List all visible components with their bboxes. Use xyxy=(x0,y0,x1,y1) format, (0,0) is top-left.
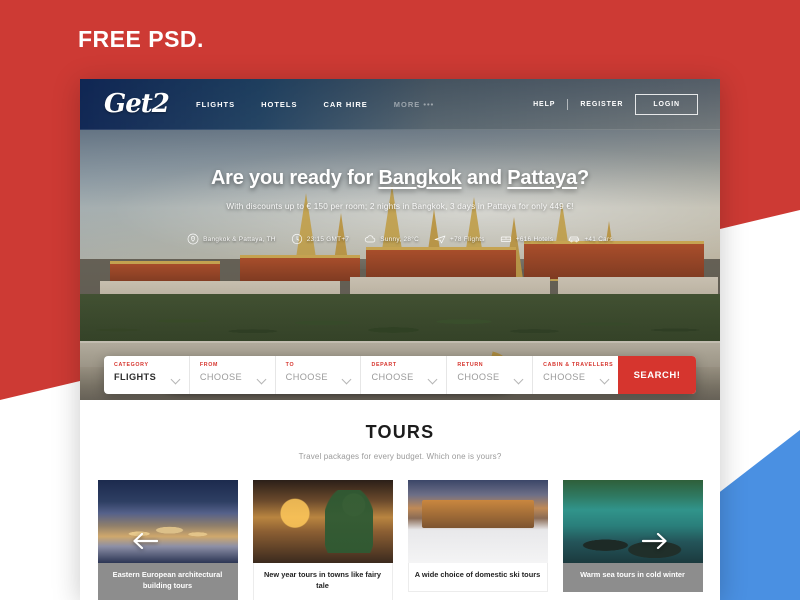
search-field-cabin-travellers[interactable]: CABIN & TRAVELLERS CHOOSE xyxy=(533,356,618,394)
plane-icon xyxy=(434,235,446,244)
hero-headline: Are you ready for Bangkok and Pattaya? xyxy=(80,167,720,190)
hero-copy: Are you ready for Bangkok and Pattaya? W… xyxy=(80,167,720,211)
search-field-from[interactable]: FROM CHOOSE xyxy=(190,356,276,394)
stat-weather: Sunny, 28°C xyxy=(364,233,419,245)
stat-flights-text: +78 Flights xyxy=(450,235,485,243)
stat-time: 23:15 GMT+7 xyxy=(291,233,350,245)
site-logo[interactable]: Get2 xyxy=(104,91,170,117)
tour-card[interactable]: A wide choice of domestic ski tours xyxy=(407,480,548,600)
main-navigation: Get2 FLIGHTS HOTELS CAR HIRE MORE ••• HE… xyxy=(80,79,720,130)
stat-weather-text: Sunny, 28°C xyxy=(380,235,420,243)
nav-item-car-hire[interactable]: CAR HIRE xyxy=(324,100,368,109)
nav-account-actions: HELP REGISTER LOGIN xyxy=(533,93,698,115)
search-label-depart: DEPART xyxy=(371,362,397,368)
arrow-right-icon xyxy=(642,533,667,550)
hero-headline-join: and xyxy=(461,167,508,189)
stat-location-text: Bangkok & Pattaya, TH xyxy=(203,235,276,243)
search-bar: CATEGORY FLIGHTS FROM CHOOSE TO CHOOSE D… xyxy=(104,356,696,394)
register-link[interactable]: REGISTER xyxy=(580,101,623,108)
search-field-return[interactable]: RETURN CHOOSE xyxy=(447,356,534,394)
tour-thumbnail xyxy=(407,480,548,563)
stat-hotels: +616 Hotels xyxy=(500,233,554,245)
tour-card-caption: A wide choice of domestic ski tours xyxy=(407,563,548,592)
tour-card[interactable]: Warm sea tours in cold winter xyxy=(562,480,703,600)
search-label-to: TO xyxy=(285,362,295,368)
website-mockup: Get2 FLIGHTS HOTELS CAR HIRE MORE ••• HE… xyxy=(80,79,720,600)
tour-thumbnail xyxy=(562,480,703,563)
tours-carousel: Eastern European architectural building … xyxy=(80,480,720,600)
bed-icon xyxy=(500,236,511,242)
help-link[interactable]: HELP xyxy=(533,101,555,108)
car-icon xyxy=(569,236,580,243)
tour-card-list: Eastern European architectural building … xyxy=(80,480,720,600)
search-label-from: FROM xyxy=(199,362,219,368)
stat-hotels-text: +616 Hotels xyxy=(515,235,554,243)
cloud-icon xyxy=(365,235,376,243)
tour-card-caption: Eastern European architectural building … xyxy=(97,563,238,600)
search-label-category: CATEGORY xyxy=(114,362,149,368)
tour-card[interactable]: New year tours in towns like fairy tale xyxy=(252,480,393,600)
stat-location: Bangkok & Pattaya, TH xyxy=(187,233,276,245)
carousel-prev-arrow[interactable] xyxy=(132,533,158,550)
tour-card[interactable]: Eastern European architectural building … xyxy=(97,480,238,600)
tours-subheading: Travel packages for every budget. Which … xyxy=(298,452,502,461)
stat-time-text: 23:15 GMT+7 xyxy=(306,235,350,243)
hero-headline-suffix: ? xyxy=(577,167,590,189)
hero-section: Get2 FLIGHTS HOTELS CAR HIRE MORE ••• HE… xyxy=(80,79,720,400)
hero-link-pattaya[interactable]: Pattaya xyxy=(507,167,577,189)
hero-link-bangkok[interactable]: Bangkok xyxy=(379,167,462,189)
tour-thumbnail xyxy=(97,480,238,563)
hero-stats-strip: Bangkok & Pattaya, TH 23:15 GMT+7 Sunny,… xyxy=(80,233,720,245)
stat-flights: +78 Flights xyxy=(434,233,485,245)
tours-heading: TOURS xyxy=(365,422,435,442)
nav-links: FLIGHTS HOTELS CAR HIRE MORE ••• xyxy=(196,100,434,109)
search-label-cabin-travellers: CABIN & TRAVELLERS xyxy=(543,362,614,368)
nav-item-flights[interactable]: FLIGHTS xyxy=(196,100,235,109)
clock-icon xyxy=(291,233,302,245)
tour-thumbnail xyxy=(252,480,393,563)
search-field-depart[interactable]: DEPART CHOOSE xyxy=(361,356,448,394)
stat-cars: +41 Cars xyxy=(568,233,613,245)
search-button[interactable]: SEARCH! xyxy=(617,356,696,394)
stat-cars-text: +41 Cars xyxy=(584,235,613,243)
hero-headline-prefix: Are you ready for xyxy=(210,167,379,189)
search-field-to[interactable]: TO CHOOSE xyxy=(276,356,362,394)
free-psd-label: FREE PSD. xyxy=(78,26,204,52)
nav-divider xyxy=(567,98,569,110)
tour-card-caption: Warm sea tours in cold winter xyxy=(562,563,703,592)
nav-item-more[interactable]: MORE ••• xyxy=(394,100,434,109)
carousel-next-arrow[interactable] xyxy=(642,533,668,550)
map-pin-icon xyxy=(187,233,199,245)
nav-item-hotels[interactable]: HOTELS xyxy=(261,100,297,109)
tours-section: TOURS Travel packages for every budget. … xyxy=(80,400,720,600)
login-button[interactable]: LOGIN xyxy=(635,93,698,115)
search-field-category[interactable]: CATEGORY FLIGHTS xyxy=(104,356,190,394)
arrow-left-icon xyxy=(133,533,158,550)
hero-subtitle: With discounts up to € 150 per room; 2 n… xyxy=(226,202,574,211)
tour-card-caption: New year tours in towns like fairy tale xyxy=(252,563,393,600)
search-label-return: RETURN xyxy=(457,362,484,368)
